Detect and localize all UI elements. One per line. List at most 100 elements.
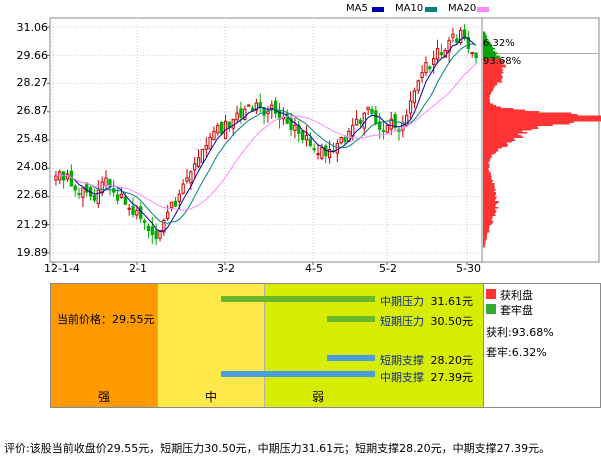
distribution-bar	[483, 189, 496, 191]
distribution-bar	[483, 229, 489, 231]
distribution-bar	[483, 225, 490, 227]
distribution-bar	[483, 121, 574, 123]
x-tick-label: 2-1	[129, 262, 147, 275]
distribution-bar	[483, 220, 494, 222]
distribution-bar	[483, 211, 496, 213]
candle	[196, 157, 201, 168]
distribution-bar	[483, 234, 488, 236]
y-tick-label: 31.06	[16, 21, 49, 34]
candle	[424, 62, 428, 73]
distribution-bar	[483, 85, 495, 87]
candle	[408, 100, 413, 114]
distribution-bar	[483, 163, 490, 165]
distribution-bar	[483, 166, 490, 168]
profit-legend-item: 获利盘	[486, 287, 533, 303]
candle	[435, 47, 440, 60]
candle	[300, 130, 305, 140]
distribution-bar	[483, 237, 487, 239]
candle	[181, 183, 185, 194]
candle	[474, 52, 478, 59]
short-resistance-bar	[327, 316, 375, 322]
y-tick-label: 22.68	[16, 188, 49, 201]
candle	[96, 189, 100, 205]
strong-zone-label: 强	[97, 390, 110, 404]
medium-zone-label: 中	[204, 390, 217, 404]
distribution-bar	[483, 123, 570, 125]
trapped-stat: 套牢:6.32%	[486, 346, 547, 359]
distribution-bar	[483, 157, 491, 159]
mid-support-label: 中期支撑 27.39元	[380, 369, 473, 385]
x-tick-label: 3-2	[217, 262, 235, 275]
distribution-bar	[483, 180, 494, 182]
distribution-bar	[483, 226, 490, 228]
distribution-bar	[483, 136, 524, 138]
distribution-bar	[483, 67, 502, 69]
candle	[81, 187, 85, 198]
distribution-bar	[483, 117, 601, 119]
distribution-bar	[483, 154, 492, 156]
distribution-bar	[483, 168, 489, 170]
distribution-bar	[483, 244, 485, 246]
distribution-bar	[483, 115, 601, 117]
distribution-bar	[483, 187, 495, 189]
candle	[320, 147, 324, 159]
candle	[150, 226, 154, 236]
y-tick-label: 24.08	[16, 160, 49, 173]
distribution-bar	[483, 178, 492, 180]
distribution-bar	[483, 147, 503, 149]
distribution-bar	[483, 34, 487, 36]
distribution-bar	[483, 192, 496, 194]
profit-swatch	[486, 289, 496, 299]
short-support-label: 短期支撑 28.20元	[380, 352, 473, 368]
distribution-bar	[483, 69, 504, 71]
candle	[343, 137, 347, 143]
distribution-bar	[483, 94, 490, 96]
distribution-bar	[483, 228, 490, 230]
distribution-bar	[483, 88, 494, 90]
distribution-bar	[483, 235, 487, 237]
trapped-legend-label: 套牢盘	[500, 304, 533, 317]
candle	[208, 136, 212, 150]
distribution-bar	[483, 132, 528, 134]
distribution-bar	[483, 208, 496, 210]
candle	[258, 102, 262, 108]
current-price-label: 当前价格：29.55元	[57, 313, 155, 326]
candle	[108, 178, 112, 187]
distribution-bar	[483, 231, 490, 233]
distribution-bar	[483, 153, 495, 155]
distribution-bar	[483, 144, 509, 146]
candle	[385, 124, 390, 133]
distribution-bar	[483, 160, 490, 162]
candle	[200, 149, 205, 163]
y-tick-label: 25.48	[16, 132, 49, 145]
candle	[432, 58, 436, 65]
distribution-bar	[483, 33, 486, 35]
profit-legend-label: 获利盘	[500, 289, 533, 302]
candle	[154, 230, 158, 240]
candle	[77, 193, 81, 196]
distribution-bar	[483, 156, 493, 158]
y-tick-label: 21.29	[16, 218, 49, 231]
candle	[227, 121, 232, 128]
candle	[370, 108, 374, 114]
distribution-bar	[483, 31, 486, 33]
distribution-bar	[483, 133, 519, 135]
distribution-bar	[483, 174, 491, 176]
candle	[239, 108, 243, 118]
distribution-bar	[483, 162, 489, 164]
distribution-bar	[483, 222, 493, 224]
distribution-bar	[483, 184, 495, 186]
short-support-value: 28.20元	[430, 354, 474, 367]
distribution-bar	[483, 193, 496, 195]
candle	[54, 175, 58, 181]
distribution-bar	[483, 139, 516, 141]
distribution-bar	[483, 124, 553, 126]
distribution-bar	[483, 127, 539, 129]
candle	[166, 211, 170, 220]
distribution-bar	[483, 141, 512, 143]
distribution-bar	[483, 195, 495, 197]
candle	[127, 207, 131, 210]
candle	[115, 194, 120, 201]
distribution-bar	[483, 183, 495, 185]
support-resistance-panel: 强 中 弱 当前价格：29.55元 中期压力 31.61元 短期压力 30.50…	[50, 283, 484, 408]
